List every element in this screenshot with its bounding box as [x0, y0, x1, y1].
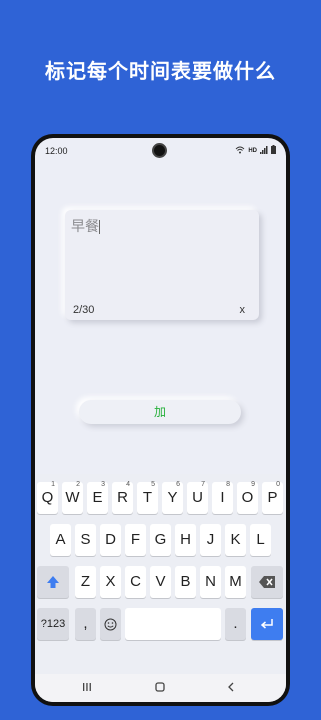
key-hint: 4 — [126, 481, 130, 488]
key-t[interactable]: T5 — [137, 481, 158, 514]
key-hint: 1 — [51, 481, 55, 488]
key-s[interactable]: S — [75, 524, 96, 556]
backspace-key[interactable] — [251, 566, 283, 598]
key-label: E — [92, 489, 103, 506]
key-z[interactable]: Z — [75, 566, 96, 598]
key-e[interactable]: E3 — [87, 481, 108, 514]
key-n[interactable]: N — [200, 566, 221, 598]
key-label: O — [241, 489, 254, 506]
key-label: W — [65, 489, 80, 506]
space-key[interactable] — [125, 608, 221, 640]
enter-key[interactable] — [251, 608, 283, 640]
signal-icon — [260, 145, 268, 156]
system-nav-bar — [35, 674, 286, 702]
key-v[interactable]: V — [150, 566, 171, 598]
phone-screen: 12:00 HD 早餐 2/30 x 加 Q 1 W 2 E 3 R 4 T 5… — [35, 138, 286, 702]
key-a[interactable]: A — [50, 524, 71, 556]
key-q[interactable]: Q1 — [37, 481, 58, 514]
key-hint: 3 — [101, 481, 105, 488]
key-label: I — [220, 489, 225, 506]
phone-frame: 12:00 HD 早餐 2/30 x 加 Q 1 W 2 E 3 R 4 T 5… — [31, 134, 290, 706]
key-hint: 9 — [251, 481, 255, 488]
key-label: P — [267, 489, 278, 506]
emoji-icon — [104, 615, 117, 632]
key-u[interactable]: U7 — [187, 481, 208, 514]
home-icon[interactable] — [154, 681, 166, 696]
key-c[interactable]: C — [125, 566, 146, 598]
status-icons: HD — [235, 145, 276, 156]
add-button[interactable]: 加 — [79, 400, 241, 424]
key-label: R — [117, 489, 128, 506]
key-hint: 0 — [276, 481, 280, 488]
key-i[interactable]: I8 — [212, 481, 233, 514]
key-h[interactable]: H — [175, 524, 196, 556]
camera-cutout — [152, 143, 167, 158]
key-d[interactable]: D — [100, 524, 121, 556]
backspace-icon — [259, 573, 275, 590]
enter-icon — [260, 615, 274, 632]
comma-key[interactable]: , — [75, 608, 96, 640]
key-hint: 6 — [176, 481, 180, 488]
key-k[interactable]: K — [225, 524, 246, 556]
status-time: 12:00 — [45, 146, 68, 156]
key-j[interactable]: J — [200, 524, 221, 556]
key-b[interactable]: B — [175, 566, 196, 598]
text-cursor — [99, 220, 100, 234]
wifi-icon — [235, 146, 245, 156]
key-r[interactable]: R4 — [112, 481, 133, 514]
key-y[interactable]: Y6 — [162, 481, 183, 514]
task-input-card[interactable]: 早餐 2/30 x — [65, 210, 259, 320]
key-hint: 8 — [226, 481, 230, 488]
shift-key[interactable] — [37, 566, 69, 598]
battery-icon — [271, 145, 276, 156]
emoji-key[interactable] — [100, 608, 121, 640]
key-label: U — [192, 489, 203, 506]
key-label: Y — [167, 489, 178, 506]
key-o[interactable]: O9 — [237, 481, 258, 514]
task-input[interactable]: 早餐 — [71, 216, 100, 236]
char-counter: 2/30 — [73, 304, 95, 316]
key-l[interactable]: L — [250, 524, 271, 556]
key-m[interactable]: M — [225, 566, 246, 598]
key-p[interactable]: P0 — [262, 481, 283, 514]
key-label: T — [142, 489, 153, 506]
key-hint: 2 — [76, 481, 80, 488]
period-key[interactable]: . — [225, 608, 246, 640]
key-hint: 7 — [201, 481, 205, 488]
status-bar: 12:00 HD — [35, 138, 286, 164]
keyboard: Q1 W2 E3 R4 T5 Y6 U7 I8 O9 P0 A S D F G … — [35, 474, 286, 674]
key-f[interactable]: F — [125, 524, 146, 556]
recents-icon[interactable] — [81, 681, 93, 696]
key-x[interactable]: X — [100, 566, 121, 598]
back-icon[interactable] — [225, 681, 237, 696]
key-hint: 5 — [151, 481, 155, 488]
hd-label: HD — [248, 147, 257, 154]
shift-icon — [46, 573, 60, 590]
task-input-value: 早餐 — [71, 219, 99, 235]
key-g[interactable]: G — [150, 524, 171, 556]
clear-button[interactable]: x — [240, 304, 246, 316]
promo-title: 标记每个时间表要做什么 — [45, 59, 276, 83]
symbols-key[interactable]: ?123 — [37, 608, 69, 640]
key-label: Q — [41, 489, 54, 506]
key-w[interactable]: W2 — [62, 481, 83, 514]
